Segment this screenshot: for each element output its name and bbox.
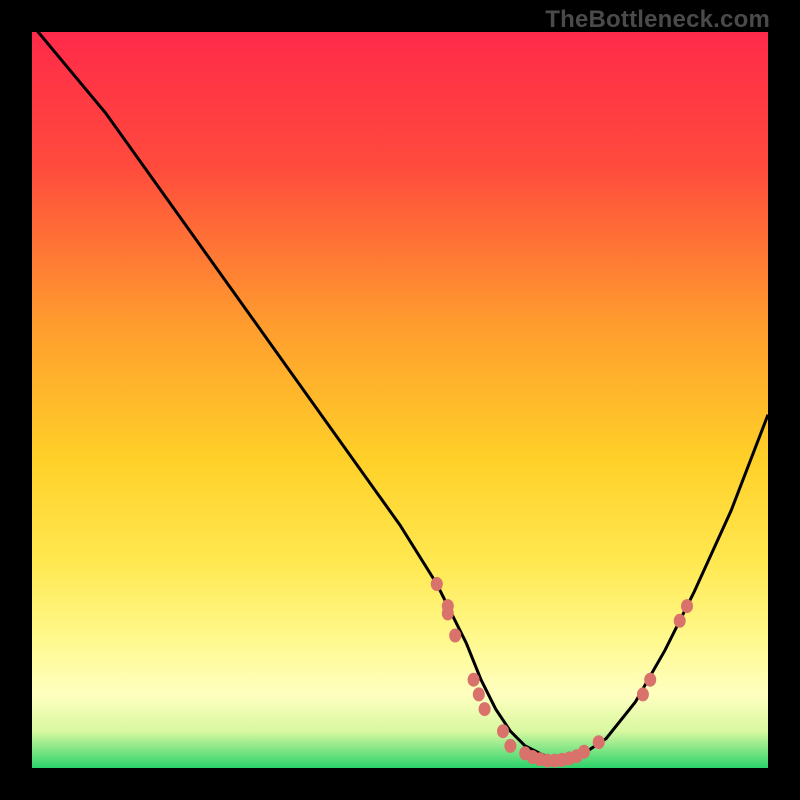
data-marker [578,745,590,759]
plot-area [32,32,768,768]
data-marker [431,577,443,591]
data-marker [473,687,485,701]
data-marker [468,673,480,687]
data-marker [637,687,649,701]
data-marker [674,614,686,628]
data-marker [497,724,509,738]
data-marker [442,606,454,620]
data-marker [479,702,491,716]
data-marker [504,739,516,753]
chart-svg [32,32,768,768]
watermark-text: TheBottleneck.com [545,6,770,34]
data-marker [644,673,656,687]
data-marker [449,629,461,643]
data-marker [681,599,693,613]
gradient-background [32,32,768,768]
chart-container: TheBottleneck.com [0,0,800,800]
data-marker [593,735,605,749]
